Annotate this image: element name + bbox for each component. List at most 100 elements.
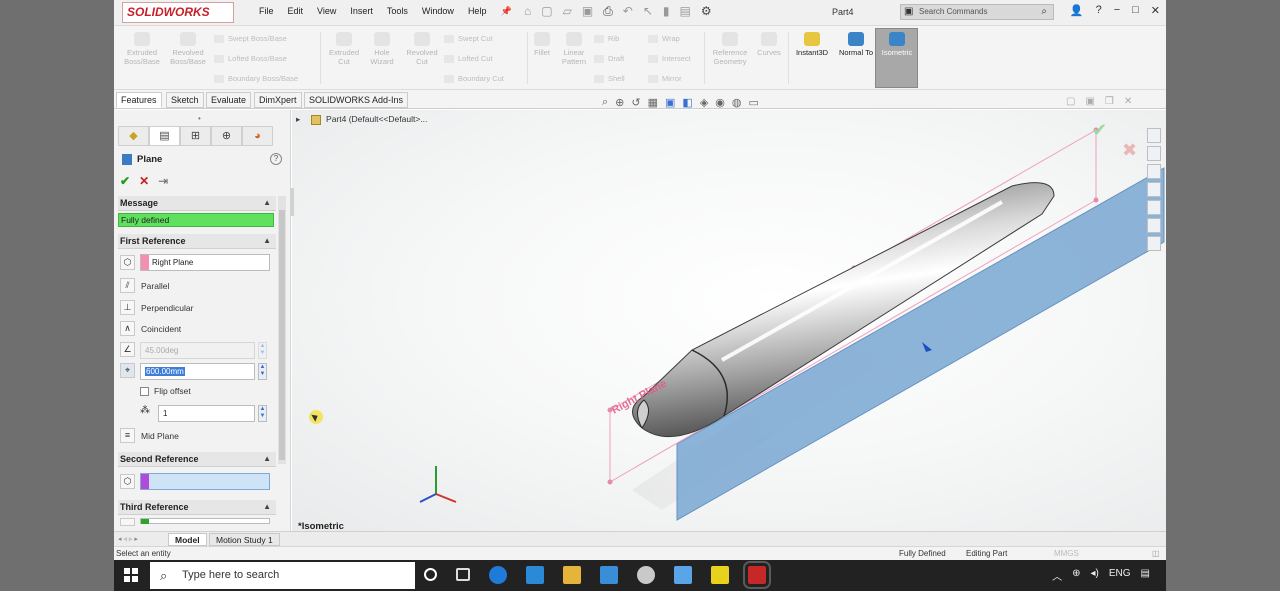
windows-start-icon[interactable] <box>124 568 138 582</box>
angle-input[interactable]: 45.00deg <box>140 342 255 359</box>
coincident-option[interactable]: ∧ Coincident <box>120 321 181 336</box>
flip-offset-checkbox[interactable]: Flip offset <box>140 386 191 396</box>
volume-icon[interactable]: ◂) <box>1091 568 1099 583</box>
appearances-icon[interactable] <box>1147 200 1161 215</box>
number-of-planes-input[interactable]: 1 <box>158 405 255 422</box>
restore-button[interactable]: □ <box>1132 4 1139 17</box>
search-icon[interactable]: ⌕ <box>1041 5 1047 19</box>
edit-appearance-icon[interactable]: ◉ <box>715 96 725 109</box>
lofted-cut-button[interactable]: Lofted Cut <box>444 54 493 63</box>
tab-model[interactable]: Model <box>168 533 207 546</box>
status-units[interactable]: MMGS <box>1054 547 1079 560</box>
apply-scene-icon[interactable]: ◍ <box>732 96 742 109</box>
offset-distance-input[interactable]: 600.00mm <box>140 363 255 380</box>
curves-button[interactable]: Curves <box>754 32 784 57</box>
custom-properties-icon[interactable] <box>1147 218 1161 233</box>
hide-show-icon[interactable]: ◈ <box>700 96 708 109</box>
offset-distance-option[interactable]: ⌖ <box>120 363 141 378</box>
view-orientation-icon[interactable]: ▣ <box>665 96 675 109</box>
first-reference-header[interactable]: First Reference ▲ <box>118 234 276 249</box>
checkbox-icon[interactable] <box>140 386 149 396</box>
section-view-icon[interactable]: ▦ <box>648 96 658 109</box>
design-library-icon[interactable] <box>1147 146 1161 161</box>
new-icon[interactable]: ▢ <box>541 4 552 19</box>
viewport-minimize-icon[interactable]: ▢ <box>1066 96 1075 107</box>
angle-spinner[interactable]: ▲ ▼ <box>258 342 267 359</box>
tab-features[interactable]: Features <box>116 92 162 108</box>
view-settings-icon[interactable]: ▭ <box>749 96 759 109</box>
tab-evaluate[interactable]: Evaluate <box>206 92 252 108</box>
collapse-icon[interactable]: ▲ <box>263 196 271 210</box>
second-reference-field[interactable] <box>140 473 270 490</box>
shell-button[interactable]: Shell <box>594 74 625 83</box>
app-icon-7[interactable] <box>674 566 692 584</box>
second-reference-header[interactable]: Second Reference ▲ <box>118 452 276 467</box>
solidworks-taskbar-icon[interactable] <box>743 561 771 589</box>
collapse-icon[interactable]: ▲ <box>263 234 271 248</box>
app-icon-6[interactable] <box>637 566 655 584</box>
edge-icon[interactable] <box>489 566 507 584</box>
menu-insert[interactable]: Insert <box>343 6 380 17</box>
display-style-icon[interactable]: ◧ <box>682 96 692 109</box>
select-icon[interactable]: ↖ <box>643 4 653 19</box>
tab-scroll-arrows[interactable]: ◂ ◃ ▹ ▸ <box>118 535 138 543</box>
menu-tools[interactable]: Tools <box>380 6 415 17</box>
language-indicator[interactable]: ENG <box>1109 568 1131 583</box>
menu-edit[interactable]: Edit <box>281 6 311 17</box>
solidworks-logo[interactable]: SOLIDWORKS <box>122 2 234 23</box>
isometric-button[interactable]: Isometric <box>877 32 917 57</box>
intersect-button[interactable]: Intersect <box>648 54 691 63</box>
tab-addins[interactable]: SOLIDWORKS Add-Ins <box>304 92 409 108</box>
swept-boss-button[interactable]: Swept Boss/Base <box>214 34 287 43</box>
feature-manager-tab-icon[interactable]: ◆ <box>118 126 149 146</box>
tab-motion-study[interactable]: Motion Study 1 <box>209 533 280 546</box>
display-manager-tab-icon[interactable]: ◕ <box>242 126 273 146</box>
property-manager-tab-icon[interactable]: ▤ <box>149 126 180 146</box>
lofted-boss-button[interactable]: Lofted Boss/Base <box>214 54 287 63</box>
menu-help[interactable]: Help <box>461 6 494 17</box>
pin-icon[interactable]: 📌 <box>493 6 518 17</box>
viewport-tile-icon[interactable]: ▣ <box>1085 96 1094 107</box>
normal-to-button[interactable]: Normal To <box>838 32 874 57</box>
store-icon[interactable] <box>600 566 618 584</box>
third-reference-header[interactable]: Third Reference ▲ <box>118 500 276 515</box>
chevron-up-icon[interactable]: ︿ <box>1052 568 1062 583</box>
hole-wizard-button[interactable]: Hole Wizard <box>364 32 400 66</box>
linear-pattern-button[interactable]: Linear Pattern <box>556 32 592 66</box>
options-gear-icon[interactable]: ⚙ <box>701 4 712 19</box>
fillet-button[interactable]: Fillet <box>528 32 556 57</box>
file-explorer-icon[interactable] <box>563 566 581 584</box>
user-icon[interactable]: 👤 <box>1070 4 1084 17</box>
first-reference-field[interactable]: Right Plane <box>140 254 270 271</box>
model-view[interactable]: Right Plane <box>292 110 1166 531</box>
cortana-icon[interactable] <box>424 568 437 581</box>
property-manager-scrollbar[interactable] <box>278 196 286 464</box>
network-icon[interactable]: ⊕ <box>1072 568 1080 583</box>
extruded-boss-button[interactable]: Extruded Boss/Base <box>122 32 162 66</box>
viewport-restore-icon[interactable]: ❐ <box>1105 96 1114 107</box>
menu-view[interactable]: View <box>310 6 343 17</box>
panel-splitter[interactable] <box>290 188 294 216</box>
dimxpert-manager-tab-icon[interactable]: ⊕ <box>211 126 242 146</box>
feature-tree-flyout[interactable]: ▸ Part4 (Default<<Default>... <box>296 114 427 125</box>
swept-cut-button[interactable]: Swept Cut <box>444 34 493 43</box>
solidworks-resources-icon[interactable] <box>1147 128 1161 143</box>
print-icon[interactable]: ⎙ <box>603 4 613 19</box>
confirm-ok-icon[interactable]: ✔ <box>1092 120 1107 141</box>
boundary-boss-button[interactable]: Boundary Boss/Base <box>214 74 298 83</box>
close-button[interactable]: ✕ <box>1151 4 1160 17</box>
cancel-button[interactable]: ✕ <box>139 174 149 188</box>
save-icon[interactable]: ▣ <box>582 4 593 19</box>
message-group-header[interactable]: Message ▲ <box>118 196 276 211</box>
confirm-cancel-icon[interactable]: ✖ <box>1122 140 1137 161</box>
mirror-button[interactable]: Mirror <box>648 74 682 83</box>
chevron-right-icon[interactable]: ▸ <box>296 114 300 124</box>
wrap-button[interactable]: Wrap <box>648 34 680 43</box>
revolved-boss-button[interactable]: Revolved Boss/Base <box>168 32 208 66</box>
revolved-cut-button[interactable]: Revolved Cut <box>402 32 442 66</box>
tab-sketch[interactable]: Sketch <box>166 92 204 108</box>
boundary-cut-button[interactable]: Boundary Cut <box>444 74 504 83</box>
mail-icon[interactable] <box>526 566 544 584</box>
instant3d-button[interactable]: Instant3D <box>790 32 834 57</box>
collapse-icon[interactable]: ▲ <box>263 500 271 514</box>
